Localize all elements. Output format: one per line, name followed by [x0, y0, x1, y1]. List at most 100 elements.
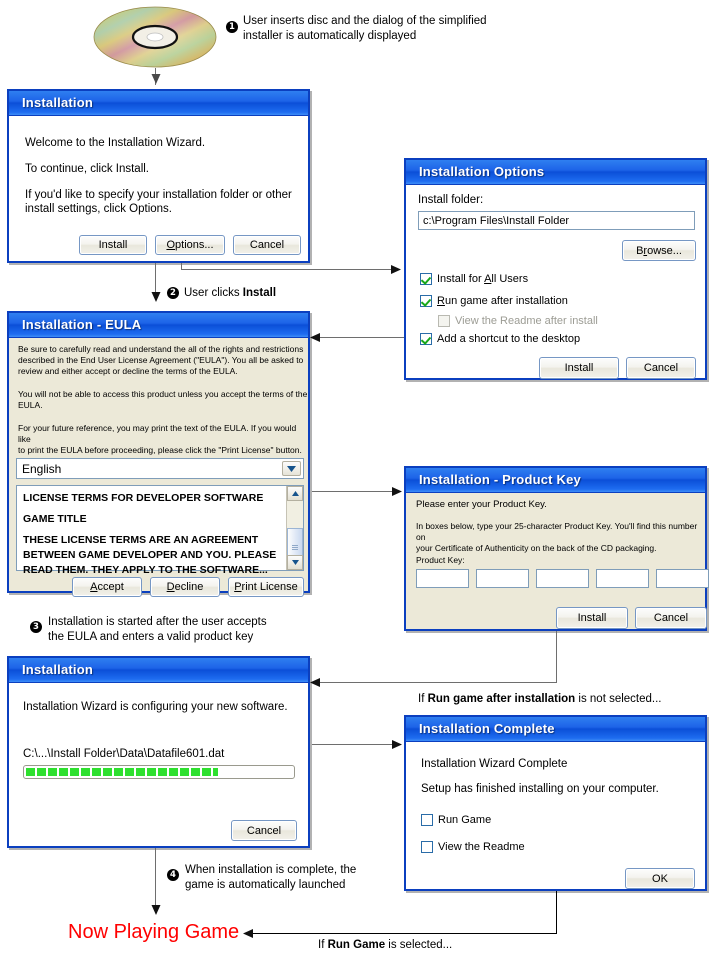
step-bullet-4: 4 [167, 869, 179, 881]
checkbox-add-desktop-shortcut[interactable]: Add a shortcut to the desktop [420, 333, 580, 345]
welcome-cancel-button[interactable]: Cancel [233, 235, 301, 255]
productkey-para-line1: In boxes below, type your 25-character P… [416, 521, 698, 542]
welcome-options-button[interactable]: Options... [155, 235, 225, 255]
welcome-dialog-title: Installation [9, 91, 308, 116]
connector-options-h [181, 269, 400, 270]
connector-progress-to-nowplaying [155, 848, 156, 910]
eula-print-license-button[interactable]: Print License [228, 577, 304, 597]
productkey-dialog-title: Installation - Product Key [406, 468, 705, 493]
connector-complete-to-nowplaying-h [249, 933, 557, 934]
edge-label-1-suffix: is selected... [385, 939, 453, 951]
checkbox-run-game[interactable]: Run Game [421, 814, 491, 826]
connector-complete-to-nowplaying-v [556, 891, 557, 933]
eula-dialog-title: Installation - EULA [9, 313, 308, 338]
install-folder-label: Install folder: [418, 194, 484, 206]
chevron-down-icon[interactable] [282, 461, 301, 476]
checkbox-view-readme-after-install: View the Readme after install [438, 315, 598, 327]
checkbox-add-desktop-shortcut-box[interactable] [420, 333, 432, 345]
eula-paragraph-2: You will not be able to access this prod… [18, 389, 307, 411]
annotation-step-1-line2: installer is automatically displayed [243, 29, 417, 42]
edge-label-0-prefix: If [418, 693, 428, 705]
checkbox-install-all-users[interactable]: Install for All Users [420, 273, 528, 285]
productkey-install-button[interactable]: Install [556, 607, 628, 629]
edge-label-run-game-selected: If Run Game is selected... [318, 938, 452, 953]
annotation-step-4-line1: When installation is complete, the [185, 864, 357, 876]
edge-label-0-bold: Run game after installation [427, 693, 576, 705]
productkey-input-2[interactable] [476, 569, 529, 588]
checkbox-install-all-users-label: Install for All Users [437, 273, 529, 285]
arrowhead-options-to-optionsdialog [391, 265, 401, 274]
checkbox-install-all-users-box[interactable] [420, 273, 432, 285]
edge-label-1-prefix: If [318, 939, 328, 951]
eula-decline-button[interactable]: Decline [150, 577, 220, 597]
options-cancel-button[interactable]: Cancel [626, 357, 696, 379]
install-folder-input[interactable]: c:\Program Files\Install Folder [418, 211, 695, 230]
eula-p3-line1: For your future reference, you may print… [18, 423, 297, 444]
welcome-install-button[interactable]: Install [79, 235, 147, 255]
edge-label-0-suffix: is not selected... [575, 693, 662, 705]
arrowhead-complete-to-nowplaying [243, 929, 253, 938]
now-playing-game-label: Now Playing Game [68, 921, 240, 943]
complete-dialog-title: Installation Complete [406, 717, 705, 742]
license-line-4: BETWEEN GAME DEVELOPER AND YOU. PLEASE [23, 549, 277, 561]
arrowhead-disc-to-welcome [151, 74, 161, 84]
progress-dialog: Installation Installation Wizard is conf… [7, 656, 310, 848]
productkey-cancel-button[interactable]: Cancel [635, 607, 707, 629]
productkey-input-4[interactable] [596, 569, 649, 588]
annotation-step-3-line2: the EULA and enters a valid product key [48, 630, 254, 643]
checkbox-view-readme-after-install-box [438, 315, 450, 327]
language-select-value: English [22, 461, 62, 476]
license-scrollbar[interactable] [286, 486, 303, 570]
progress-cancel-button[interactable]: Cancel [231, 820, 297, 841]
progress-line-1: Installation Wizard is configuring your … [23, 701, 288, 713]
connector-eula-to-productkey [312, 491, 396, 492]
welcome-line-3a: If you'd like to specify your installati… [25, 189, 292, 201]
welcome-line-1: Welcome to the Installation Wizard. [25, 137, 206, 149]
arrowhead-eula-to-productkey [392, 487, 402, 496]
checkbox-view-readme-label: View the Readme [438, 841, 525, 853]
eula-dialog: Installation - EULA Be sure to carefully… [7, 311, 310, 597]
welcome-line-3b: install settings, click Options. [25, 203, 173, 215]
license-line-2: GAME TITLE [23, 513, 87, 525]
productkey-input-3[interactable] [536, 569, 589, 588]
annotation-step-3-line1: Installation is started after the user a… [48, 616, 267, 628]
eula-p1-line1: Be sure to carefully read and understand… [18, 344, 304, 354]
progress-dialog-title: Installation [9, 658, 308, 683]
edge-label-1-bold: Run Game [327, 939, 386, 951]
checkbox-view-readme-box[interactable] [421, 841, 433, 853]
productkey-paragraph: In boxes below, type your 25-character P… [416, 521, 705, 554]
productkey-input-1[interactable] [416, 569, 469, 588]
license-text-content: LICENSE TERMS FOR DEVELOPER SOFTWARE GAM… [23, 491, 281, 578]
welcome-line-2: To continue, click Install. [25, 163, 150, 175]
options-install-button[interactable]: Install [539, 357, 619, 379]
cd-disc-icon [93, 6, 218, 68]
annotation-step-2-bold: Install [242, 287, 277, 299]
checkbox-run-game-after-install[interactable]: Run game after installation [420, 295, 568, 307]
complete-line-2: Setup has finished installing on your co… [421, 783, 659, 795]
productkey-input-5[interactable] [656, 569, 709, 588]
checkbox-run-game-box[interactable] [421, 814, 433, 826]
eula-accept-button[interactable]: Accept [72, 577, 142, 597]
arrowhead-optionsdialog-to-eula [310, 333, 320, 342]
checkbox-view-readme[interactable]: View the Readme [421, 841, 525, 853]
license-text-box[interactable]: LICENSE TERMS FOR DEVELOPER SOFTWARE GAM… [16, 485, 304, 576]
language-select[interactable]: English [16, 458, 304, 479]
browse-button[interactable]: Browse... [622, 240, 696, 261]
options-dialog: Installation Options Install folder: c:\… [404, 158, 707, 380]
scroll-down-icon[interactable] [287, 555, 303, 570]
arrowhead-progress-to-nowplaying [151, 905, 161, 915]
progress-bar [23, 765, 295, 779]
options-dialog-title: Installation Options [406, 160, 705, 185]
annotation-step-2-prefix: User clicks [184, 287, 243, 299]
checkbox-run-game-after-install-box[interactable] [420, 295, 432, 307]
scrollbar-grip [292, 545, 298, 550]
scroll-up-icon[interactable] [287, 486, 303, 501]
eula-p2-line1: You will not be able to access this prod… [18, 389, 308, 399]
step-bullet-3: 3 [30, 621, 42, 633]
arrowhead-productkey-to-progress [310, 678, 320, 687]
checkbox-run-game-after-install-label: Run game after installation [437, 295, 568, 307]
step-bullet-2: 2 [167, 287, 179, 299]
complete-ok-button[interactable]: OK [625, 868, 695, 889]
complete-dialog: Installation Complete Installation Wizar… [404, 715, 707, 891]
checkbox-add-desktop-shortcut-label: Add a shortcut to the desktop [437, 333, 581, 345]
